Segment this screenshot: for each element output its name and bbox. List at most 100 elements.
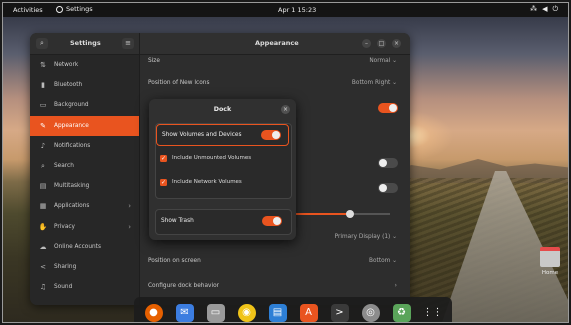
activities-button[interactable]: Activities [13,6,43,14]
toggle-knob [389,104,397,112]
new-icons-label: Position of New Icons [148,80,210,86]
position-row[interactable]: Position on screen Bottom ⌄ [148,258,403,264]
cloud-icon: ☁ [39,242,47,251]
dock: ● ✉ ▭ ◉ ▤ A > ◎ ♻ ⋮⋮ [134,297,452,322]
minimize-icon[interactable]: – [362,39,371,48]
show-volumes-toggle[interactable] [261,130,281,140]
close-icon[interactable]: × [392,39,401,48]
sidebar-title: Settings [70,39,101,47]
bluetooth-icon: ▮ [41,81,45,90]
sidebar-item-label: Appearance [54,122,89,129]
search-icon: ⌕ [41,161,45,170]
display-dropdown[interactable]: Primary Display (1) ⌄ [335,234,397,240]
software-icon[interactable]: A [299,303,318,322]
writer-icon[interactable]: ▤ [268,303,287,322]
power-icon: ⏻ [552,5,558,13]
sidebar-item-label: Background [54,102,89,109]
display-value: Primary Display (1) [334,234,391,240]
settings-icon[interactable]: ◎ [361,303,380,322]
bell-icon: ♪ [40,141,46,150]
sidebar-item-label: Online Accounts [54,243,101,250]
sidebar-item-label: Multitasking [54,183,90,190]
icon-size-value: Normal [369,58,391,64]
dock-toggle[interactable] [378,103,398,113]
privacy-icon: ✋ [38,222,48,231]
icon-size-slider-handle[interactable] [346,210,354,218]
new-icons-value: Bottom Right [351,80,391,86]
sound-icon: ♫ [39,283,47,292]
trash-icon[interactable]: ♻ [392,303,411,322]
sidebar-item-notifications[interactable]: ♪ Notifications [30,136,139,156]
position-label: Position on screen [148,258,201,264]
panel-mode-toggle[interactable] [378,183,398,193]
sidebar-item-appearance[interactable]: ✎ Appearance [30,115,139,136]
sidebar-item-network[interactable]: ⇅ Network [30,55,139,75]
show-trash-toggle[interactable] [262,216,282,226]
home-label: Home [541,270,559,276]
new-icons-dropdown[interactable]: Bottom Right ⌄ [352,80,397,86]
sidebar-item-multitasking[interactable]: ▤ Multitasking [30,176,139,196]
terminal-icon[interactable]: > [330,303,349,322]
app-menu[interactable]: Settings [56,5,93,13]
appearance-icon: ✎ [40,121,46,130]
sidebar-item-label: Privacy [54,223,75,230]
show-apps-icon[interactable]: ⋮⋮ [423,304,443,322]
position-dropdown[interactable]: Bottom ⌄ [369,258,397,264]
toggle-knob [379,159,387,167]
firefox-icon[interactable]: ● [144,303,163,322]
icon-size-row[interactable]: Size Normal ⌄ [148,58,403,64]
toggle-knob [379,184,387,192]
app-name: Settings [66,5,93,13]
sidebar-item-label: Network [54,62,79,69]
sidebar-item-privacy[interactable]: ✋ Privacy › [30,217,139,237]
multitasking-icon: ▤ [39,182,47,191]
maximize-icon[interactable]: □ [377,39,386,48]
hamburger-menu-icon[interactable]: ≡ [122,38,134,49]
home-folder[interactable]: Home [537,247,563,277]
thunderbird-icon[interactable]: ✉ [175,303,194,322]
files-icon[interactable]: ▭ [206,303,225,322]
share-icon: < [40,262,46,271]
sidebar-item-search[interactable]: ⌕ Search [30,156,139,176]
sidebar-item-applications[interactable]: ▦ Applications › [30,196,139,216]
clock[interactable]: Apr 1 15:23 [278,6,316,14]
sidebar-item-label: Applications [54,203,90,210]
top-bar: Activities Settings Apr 1 15:23 ⁂ ◀ ⏻ [3,3,568,17]
new-icons-row[interactable]: Position of New Icons Bottom Right ⌄ [148,80,403,86]
dialog-title: Dock [213,106,232,113]
sidebar-item-online-accounts[interactable]: ☁ Online Accounts [30,237,139,257]
network-icon: ⇅ [40,61,46,70]
sidebar-item-label: Sharing [54,263,77,270]
sidebar-item-label: Search [54,163,74,170]
system-tray[interactable]: ⁂ ◀ ⏻ [530,5,558,14]
icon-size-dropdown[interactable]: Normal ⌄ [369,58,397,64]
sidebar-item-label: Notifications [54,142,91,149]
unmounted-checkbox[interactable]: ✓ [160,155,167,162]
rhythmbox-icon[interactable]: ◉ [237,303,256,322]
autohide-toggle[interactable] [378,158,398,168]
volume-icon: ◀ [542,5,548,13]
chevron-right-icon: › [128,222,131,231]
icon-size-label: Size [148,58,160,64]
show-trash-row[interactable]: Show Trash [155,209,292,235]
show-volumes-row[interactable]: Show Volumes and Devices [156,124,289,146]
icon-size-slider-fill [290,213,350,215]
search-icon[interactable]: ⌕ [36,38,48,49]
sidebar-item-bluetooth[interactable]: ▮ Bluetooth [30,75,139,95]
configure-dock-row[interactable]: Configure dock behavior › [148,283,403,289]
chevron-right-icon: › [128,202,131,211]
toggle-knob [272,131,280,139]
show-trash-label: Show Trash [161,218,194,224]
sidebar-item-sound[interactable]: ♫ Sound [30,277,139,297]
folder-icon [540,247,560,267]
sidebar-item-sharing[interactable]: < Sharing [30,257,139,277]
position-value: Bottom [369,258,391,264]
configure-dock-label: Configure dock behavior [148,283,219,289]
show-volumes-label: Show Volumes and Devices [162,132,242,138]
network-volumes-checkbox[interactable]: ✓ [160,179,167,186]
sidebar-item-background[interactable]: ▭ Background [30,95,139,115]
close-icon[interactable]: × [281,105,290,114]
sidebar-item-label: Sound [54,284,73,291]
volumes-group: Show Volumes and Devices ✓ Include Unmou… [155,123,292,199]
network-icon: ⁂ [530,5,538,13]
